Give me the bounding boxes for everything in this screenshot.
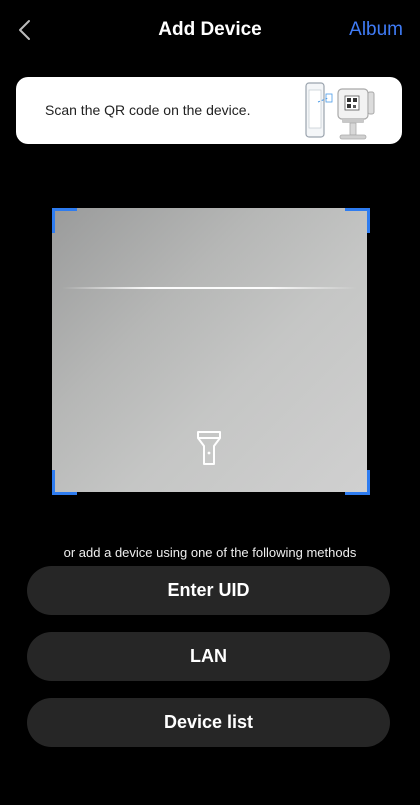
scan-instruction-card: Scan the QR code on the device. xyxy=(16,77,402,144)
viewfinder-corner-top-left xyxy=(52,208,77,233)
viewfinder-corner-bottom-left xyxy=(52,470,77,495)
viewfinder-corner-bottom-right xyxy=(345,470,370,495)
lan-button[interactable]: LAN xyxy=(27,632,390,681)
flashlight-button[interactable] xyxy=(194,429,224,467)
phone-scanning-camera-qr-illustration xyxy=(305,82,375,140)
flashlight-icon xyxy=(197,431,221,465)
scan-instruction-text: Scan the QR code on the device. xyxy=(45,102,251,118)
viewfinder-corner-top-right xyxy=(345,208,370,233)
device-list-button[interactable]: Device list xyxy=(27,698,390,747)
enter-uid-button[interactable]: Enter UID xyxy=(27,566,390,615)
methods-caption: or add a device using one of the followi… xyxy=(63,545,357,560)
header: Add Device Album xyxy=(0,0,420,60)
camera-viewfinder xyxy=(52,208,367,492)
scan-line xyxy=(62,287,357,289)
album-button[interactable]: Album xyxy=(349,19,403,41)
